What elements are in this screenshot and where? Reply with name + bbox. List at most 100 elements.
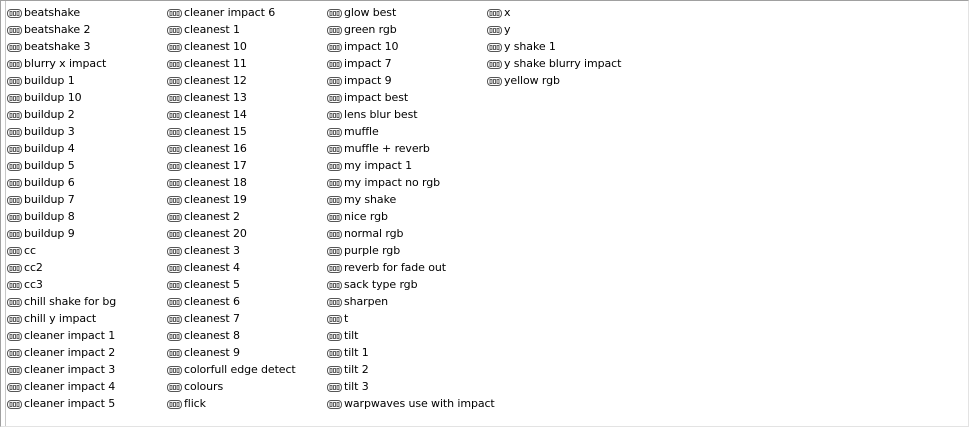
list-item[interactable]: cleanest 5 <box>167 276 325 293</box>
list-item[interactable]: cleanest 15 <box>167 123 325 140</box>
list-item[interactable]: cleanest 1 <box>167 21 325 38</box>
preset-file-icon <box>327 331 342 341</box>
list-item[interactable]: cleanest 3 <box>167 242 325 259</box>
preset-file-icon <box>327 263 342 273</box>
list-item[interactable]: impact 9 <box>327 72 485 89</box>
list-item[interactable]: my shake <box>327 191 485 208</box>
list-item[interactable]: cleanest 14 <box>167 106 325 123</box>
list-item[interactable]: warpwaves use with impact <box>327 395 495 412</box>
list-item[interactable]: purple rgb <box>327 242 485 259</box>
preset-file-icon <box>167 8 182 18</box>
list-item-label: colorfull edge detect <box>184 363 296 376</box>
list-item[interactable]: beatshake 2 <box>7 21 165 38</box>
preset-file-icon <box>327 161 342 171</box>
list-item[interactable]: tilt 3 <box>327 378 485 395</box>
list-item[interactable]: muffle + reverb <box>327 140 485 157</box>
preset-file-icon <box>7 76 22 86</box>
preset-file-icon <box>327 195 342 205</box>
list-item[interactable]: cc3 <box>7 276 165 293</box>
list-item[interactable]: cleanest 20 <box>167 225 325 242</box>
list-item[interactable]: cleanest 7 <box>167 310 325 327</box>
list-item[interactable]: cleanest 11 <box>167 55 325 72</box>
list-item[interactable]: cc2 <box>7 259 165 276</box>
list-item[interactable]: y shake blurry impact <box>487 55 645 72</box>
list-item[interactable]: tilt 1 <box>327 344 485 361</box>
list-item[interactable]: cleanest 17 <box>167 157 325 174</box>
list-item[interactable]: buildup 3 <box>7 123 165 140</box>
list-item[interactable]: colours <box>167 378 325 395</box>
list-item[interactable]: t <box>327 310 485 327</box>
list-item[interactable]: muffle <box>327 123 485 140</box>
list-item-label: normal rgb <box>344 227 404 240</box>
list-item[interactable]: cleanest 10 <box>167 38 325 55</box>
list-item[interactable]: cleanest 12 <box>167 72 325 89</box>
list-item[interactable]: buildup 7 <box>7 191 165 208</box>
list-item[interactable]: buildup 6 <box>7 174 165 191</box>
preset-file-icon <box>327 178 342 188</box>
list-item[interactable]: cc <box>7 242 165 259</box>
list-item[interactable]: cleaner impact 2 <box>7 344 165 361</box>
preset-file-icon <box>327 280 342 290</box>
list-item[interactable]: cleanest 9 <box>167 344 325 361</box>
list-item[interactable]: buildup 10 <box>7 89 165 106</box>
list-item[interactable]: cleanest 19 <box>167 191 325 208</box>
list-item[interactable]: chill y impact <box>7 310 165 327</box>
list-item[interactable]: tilt 2 <box>327 361 485 378</box>
list-item[interactable]: cleaner impact 5 <box>7 395 165 412</box>
list-item[interactable]: impact 7 <box>327 55 485 72</box>
list-item-label: cleanest 5 <box>184 278 240 291</box>
list-item[interactable]: buildup 8 <box>7 208 165 225</box>
list-item[interactable]: impact best <box>327 89 485 106</box>
preset-file-icon <box>7 331 22 341</box>
preset-file-icon <box>327 348 342 358</box>
list-item[interactable]: buildup 9 <box>7 225 165 242</box>
list-item[interactable]: cleanest 2 <box>167 208 325 225</box>
list-item[interactable]: nice rgb <box>327 208 485 225</box>
list-item[interactable]: lens blur best <box>327 106 485 123</box>
list-item-label: flick <box>184 397 206 410</box>
preset-file-icon <box>7 348 22 358</box>
preset-file-icon <box>487 8 502 18</box>
list-item-label: my impact 1 <box>344 159 412 172</box>
list-item[interactable]: cleaner impact 6 <box>167 4 325 21</box>
list-item[interactable]: y shake 1 <box>487 38 645 55</box>
list-item[interactable]: buildup 5 <box>7 157 165 174</box>
list-item[interactable]: my impact 1 <box>327 157 485 174</box>
list-item[interactable]: green rgb <box>327 21 485 38</box>
list-item[interactable]: buildup 2 <box>7 106 165 123</box>
list-item-label: cleaner impact 3 <box>24 363 116 376</box>
list-item[interactable]: x <box>487 4 645 21</box>
list-item[interactable]: chill shake for bg <box>7 293 165 310</box>
list-item[interactable]: flick <box>167 395 325 412</box>
list-item[interactable]: buildup 4 <box>7 140 165 157</box>
list-item[interactable]: cleanest 8 <box>167 327 325 344</box>
list-item[interactable]: reverb for fade out <box>327 259 485 276</box>
list-item[interactable]: normal rgb <box>327 225 485 242</box>
list-item[interactable]: cleanest 16 <box>167 140 325 157</box>
list-item[interactable]: cleanest 6 <box>167 293 325 310</box>
list-item-label: tilt 1 <box>344 346 369 359</box>
list-item[interactable]: cleanest 13 <box>167 89 325 106</box>
list-item[interactable]: impact 10 <box>327 38 485 55</box>
list-item-label: cleanest 20 <box>184 227 247 240</box>
list-column-4: xy y shake 1 y shake blurry impact yellow r… <box>487 4 645 89</box>
list-item[interactable]: sack type rgb <box>327 276 485 293</box>
list-item[interactable]: tilt <box>327 327 485 344</box>
list-item[interactable]: cleaner impact 1 <box>7 327 165 344</box>
list-item[interactable]: my impact no rgb <box>327 174 485 191</box>
list-item[interactable]: colorfull edge detect <box>167 361 325 378</box>
list-item[interactable]: beatshake 3 <box>7 38 165 55</box>
list-item[interactable]: sharpen <box>327 293 485 310</box>
list-item[interactable]: blurry x impact <box>7 55 165 72</box>
list-item[interactable]: buildup 1 <box>7 72 165 89</box>
preset-list-view[interactable]: beatshake beatshake 2 beatshake 3 blurry x … <box>0 0 969 427</box>
list-item[interactable]: cleanest 4 <box>167 259 325 276</box>
list-item[interactable]: beatshake <box>7 4 165 21</box>
list-item[interactable]: cleanest 18 <box>167 174 325 191</box>
preset-file-icon <box>167 382 182 392</box>
list-item[interactable]: glow best <box>327 4 485 21</box>
list-item[interactable]: y <box>487 21 645 38</box>
list-item[interactable]: yellow rgb <box>487 72 645 89</box>
list-item[interactable]: cleaner impact 3 <box>7 361 165 378</box>
list-item[interactable]: cleaner impact 4 <box>7 378 165 395</box>
